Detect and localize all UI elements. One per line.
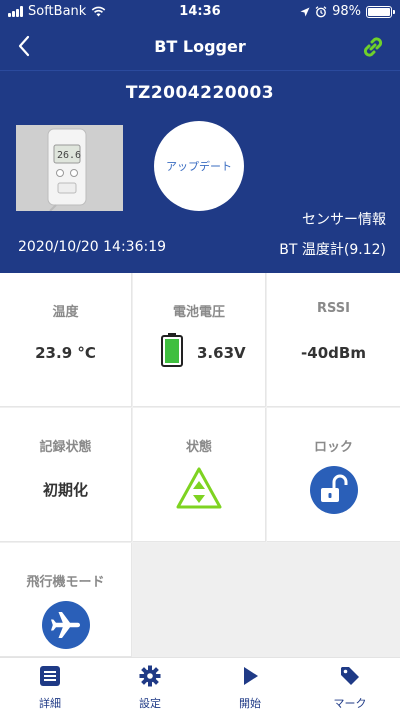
tab-mark[interactable]: マーク xyxy=(300,658,400,719)
recording-state-value: 初期化 xyxy=(42,481,88,499)
tab-details-label: 詳細 xyxy=(39,697,61,710)
device-header: TZ2004220003 26.6 アップデート センサー情報 2020/10/… xyxy=(0,70,400,273)
tab-bar: 詳細 設定 開始 マーク xyxy=(0,657,400,719)
gear-icon xyxy=(139,665,161,687)
status-warning-triangle-icon xyxy=(176,467,222,509)
tab-start-label: 開始 xyxy=(239,697,261,710)
airplane-mode-label: 飛行機モード xyxy=(26,575,105,590)
battery-icon xyxy=(161,333,183,367)
empty-grid-area xyxy=(133,543,400,657)
phone-battery-icon xyxy=(366,5,395,18)
status-label: 状態 xyxy=(185,440,212,455)
lock-cell: ロック xyxy=(267,408,400,542)
device-datetime: 2020/10/20 14:36:19 xyxy=(18,239,167,255)
nav-bar: BT Logger xyxy=(0,24,400,70)
status-bar: SoftBank 14:36 98% xyxy=(0,0,400,24)
sensor-info-link[interactable]: センサー情報 xyxy=(302,209,386,229)
tab-settings[interactable]: 設定 xyxy=(100,658,200,719)
temperature-label: 温度 xyxy=(52,305,79,320)
temperature-value: 23.9 °C xyxy=(35,344,96,362)
rssi-label: RSSI xyxy=(317,301,350,316)
battery-percent: 98% xyxy=(332,4,361,19)
svg-text:26.6: 26.6 xyxy=(57,150,81,161)
play-icon xyxy=(244,667,258,685)
device-photo: 26.6 xyxy=(16,125,123,211)
airplane-icon[interactable] xyxy=(41,601,90,649)
list-icon xyxy=(40,666,60,686)
recording-state-label: 記録状態 xyxy=(39,440,92,455)
info-grid: 温度 23.9 °C 電池電圧 3.63V RSSI -40dBm 記録状態 初… xyxy=(0,273,400,657)
device-model: BT 温度計(9.12) xyxy=(279,242,386,258)
tab-mark-label: マーク xyxy=(333,697,367,710)
update-button[interactable]: アップデート xyxy=(154,121,244,211)
link-icon[interactable] xyxy=(360,34,386,60)
status-cell: 状態 xyxy=(133,408,266,542)
battery-voltage-value: 3.63V xyxy=(197,344,246,362)
tab-start[interactable]: 開始 xyxy=(200,658,300,719)
lock-label: ロック xyxy=(313,440,353,455)
alarm-icon xyxy=(315,5,327,17)
battery-voltage-label: 電池電圧 xyxy=(172,305,225,320)
unlock-icon[interactable] xyxy=(309,466,358,514)
tab-details[interactable]: 詳細 xyxy=(0,658,100,719)
battery-voltage-cell: 電池電圧 3.63V xyxy=(133,273,266,407)
temperature-cell: 温度 23.9 °C xyxy=(0,273,132,407)
airplane-mode-cell: 飛行機モード xyxy=(0,543,132,657)
logger-device-image: 26.6 xyxy=(16,125,123,211)
tag-icon xyxy=(341,667,359,685)
rssi-value: -40dBm xyxy=(301,344,366,362)
rssi-cell: RSSI -40dBm xyxy=(267,273,400,407)
device-id: TZ2004220003 xyxy=(125,83,275,103)
recording-state-cell: 記録状態 初期化 xyxy=(0,408,132,542)
status-right: 98% xyxy=(300,4,395,19)
page-title: BT Logger xyxy=(154,37,246,56)
tab-settings-label: 設定 xyxy=(139,697,161,710)
location-arrow-icon xyxy=(300,7,310,16)
